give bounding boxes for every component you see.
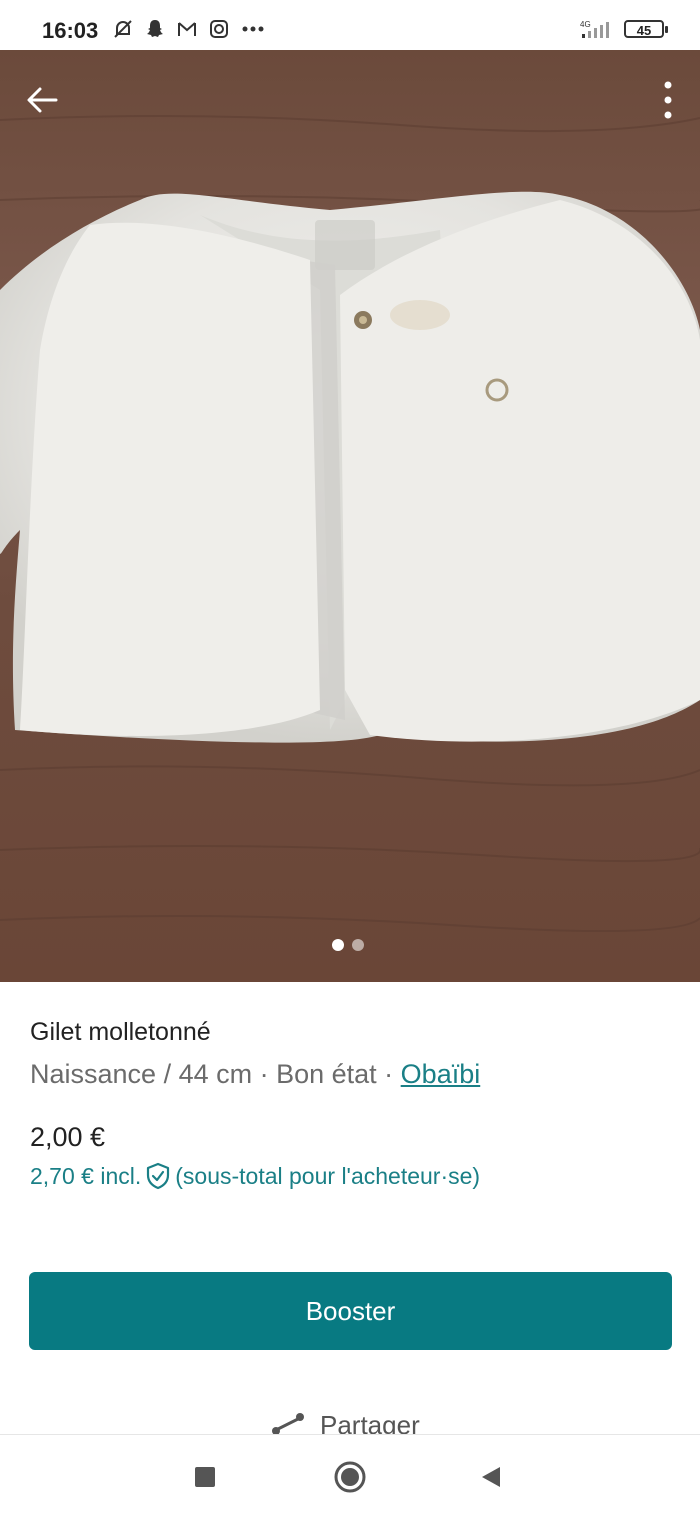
network-type: 4G: [580, 20, 591, 29]
status-time: 16:03: [42, 18, 99, 43]
size-text: Naissance / 44 cm: [30, 1059, 253, 1089]
pager-dot[interactable]: [352, 939, 364, 951]
boost-button[interactable]: Booster: [29, 1272, 672, 1350]
more-notifications-icon: [242, 26, 264, 32]
gmail-icon: [178, 22, 196, 36]
listing-details: Gilet molletonné Naissance / 44 cm · Bon…: [30, 1016, 670, 1092]
signal-icon: 4G: [580, 20, 609, 38]
price: 2,00 €: [30, 1122, 106, 1152]
notification-icons: [112, 18, 266, 40]
system-navigation-bar: [0, 1434, 700, 1519]
product-photo: [0, 115, 700, 933]
back-arrow-icon[interactable]: [24, 82, 60, 118]
listing-attributes: Naissance / 44 cm · Bon état · Obaïbi: [30, 1056, 670, 1092]
back-triangle-icon[interactable]: [480, 1465, 502, 1489]
system-status: 4G 45: [578, 18, 668, 40]
snapchat-icon: [147, 20, 163, 37]
carousel-pager: [332, 939, 364, 951]
buyer-price: 2,70 € incl.: [30, 1162, 142, 1189]
listing-title: Gilet molletonné: [30, 1018, 211, 1046]
home-icon[interactable]: [333, 1460, 367, 1494]
instagram-icon: [210, 20, 228, 38]
pager-dot-active[interactable]: [332, 939, 344, 951]
brand-link[interactable]: Obaïbi: [401, 1059, 481, 1089]
buyer-price-note: (sous-total pour l'acheteur·se): [175, 1162, 481, 1189]
buyer-price-info[interactable]: 2,70 € incl. (sous-total pour l'acheteur…: [30, 1162, 480, 1190]
recent-apps-icon[interactable]: [195, 1467, 215, 1487]
muted-bell-icon: [114, 20, 132, 38]
more-vertical-icon[interactable]: [662, 80, 674, 120]
separator: ·: [376, 1059, 401, 1089]
condition-text: Bon état: [276, 1059, 377, 1089]
product-photo-carousel[interactable]: [0, 50, 700, 982]
shield-check-icon: [147, 1162, 170, 1190]
separator: ·: [252, 1059, 277, 1089]
battery-indicator: 45: [624, 20, 668, 38]
